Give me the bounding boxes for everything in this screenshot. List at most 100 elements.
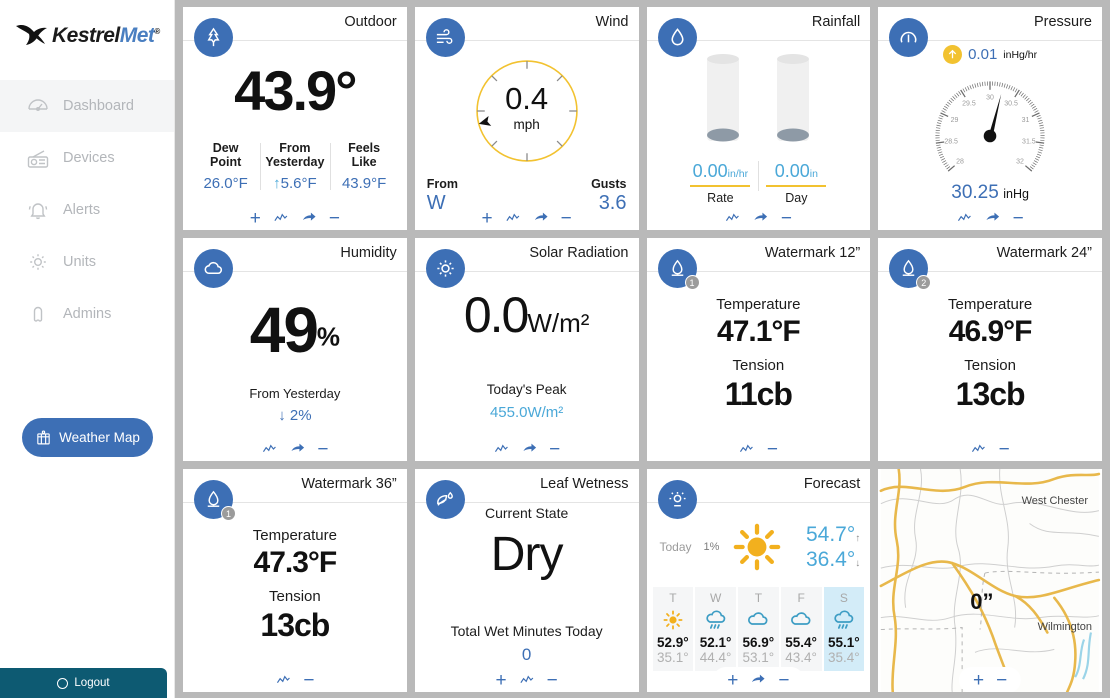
wind-from-label: From [426, 177, 458, 191]
forecast-today-low: 36.4°↓ [805, 548, 861, 571]
rain-gauge-rate [707, 54, 740, 142]
app-root: KestrelMet® Dashboard Devices Alerts Uni… [0, 0, 1110, 698]
chart-icon[interactable] [725, 210, 741, 226]
sensor-number-badge: 1 [221, 506, 236, 521]
humidity-sub-label: From Yesterday [249, 386, 341, 401]
card-weather-map[interactable]: West Chester Wilmington 0” + − [878, 469, 1102, 692]
card-body: 0.4 mph From W Gusts 3.6 + − [415, 41, 639, 230]
sidebar-item-admins[interactable]: Admins [0, 288, 174, 340]
share-icon[interactable] [533, 210, 549, 226]
remove-button[interactable]: − [767, 440, 778, 459]
tension-value: 11cb [724, 376, 793, 412]
forecast-day-high: 52.1° [699, 635, 732, 650]
trend-down-arrow-icon: ↓ [278, 407, 286, 424]
add-button[interactable]: + [727, 671, 738, 690]
share-icon[interactable] [753, 210, 769, 226]
wind-from-value: W [426, 192, 446, 214]
chart-icon[interactable] [971, 441, 987, 457]
remove-button[interactable]: − [781, 209, 792, 228]
card-body: 0.0W/m² Today's Peak 455.0W/m² − [415, 272, 639, 461]
leaf-icon [425, 480, 465, 519]
forecast-day-high: 52.9° [657, 635, 689, 650]
outdoor-temperature: 43.9° [234, 59, 357, 122]
remove-button[interactable]: − [547, 671, 558, 690]
weather-map-button[interactable]: Weather Map [22, 418, 153, 457]
card-body: 49% From Yesterday ↓ 2% − [183, 272, 407, 461]
card-pressure: Pressure 0.01 inHg/hr 28 28.5 29 29.5 30 30.5… [878, 7, 1102, 230]
rain-icon [834, 610, 854, 629]
remove-button[interactable]: − [561, 209, 572, 228]
forecast-day[interactable]: W 52.1° 44.4° [695, 587, 736, 671]
forecast-today-temps: 54.7°↑ 36.4°↓ [790, 523, 864, 571]
stat-label-line1: Feels [348, 141, 381, 155]
card-title: Leaf Wetness [540, 476, 629, 492]
zoom-out-button[interactable]: − [996, 671, 1007, 690]
rain-readings: 0.00in/hr Rate 0.00in Day [647, 161, 871, 205]
sidebar-item-units[interactable]: Units [0, 236, 174, 288]
card-body: 0.00in/hr Rate 0.00in Day − [647, 41, 871, 230]
remove-button[interactable]: − [303, 671, 314, 690]
add-button[interactable]: + [496, 671, 507, 690]
forecast-day[interactable]: T 56.9° 53.1° [738, 587, 779, 671]
soil-moisture-icon: 2 [889, 249, 932, 290]
remove-button[interactable]: − [1013, 209, 1024, 228]
wind-icon [425, 18, 465, 57]
remove-button[interactable]: − [549, 440, 560, 459]
stat-value: 43.9°F [341, 174, 387, 192]
forecast-day[interactable]: S 55.1° 35.4° [823, 587, 865, 671]
tension-value: 13cb [260, 607, 330, 643]
chart-icon[interactable] [957, 210, 973, 226]
remove-button[interactable]: − [317, 440, 328, 459]
forecast-day[interactable]: F 55.4° 43.4° [780, 587, 822, 671]
power-icon [57, 677, 69, 689]
zoom-in-button[interactable]: + [973, 671, 984, 690]
chart-icon[interactable] [275, 672, 291, 688]
humidity-unit: % [316, 321, 341, 352]
sidebar-item-dashboard[interactable]: Dashboard [0, 80, 174, 132]
wind-gusts: Gusts 3.6 [591, 177, 626, 215]
card-header: Humidity [183, 238, 407, 288]
remove-button[interactable]: − [329, 209, 340, 228]
stat-feels-like: Feels Like 43.9°F [329, 141, 399, 192]
chart-icon[interactable] [273, 210, 289, 226]
pressure-reading: 30.25 inHg [878, 182, 1102, 204]
share-icon[interactable] [301, 210, 317, 226]
card-header: Pressure [878, 7, 1102, 57]
remove-button[interactable]: − [778, 671, 789, 690]
forecast-day[interactable]: T 52.9° 35.1° [652, 587, 694, 671]
stat-dew-point: Dew Point 26.0°F [191, 141, 260, 192]
card-actions: − [479, 436, 575, 461]
card-actions: − [710, 205, 806, 230]
card-actions: − [956, 436, 1024, 461]
tension-label: Tension [732, 357, 785, 374]
share-icon[interactable] [521, 441, 537, 457]
sidebar-item-alerts[interactable]: Alerts [0, 184, 174, 236]
add-button[interactable]: + [482, 209, 493, 228]
share-icon[interactable] [750, 672, 766, 688]
brand-logo[interactable]: KestrelMet® [0, 0, 174, 72]
sidebar-item-devices[interactable]: Devices [0, 132, 174, 184]
solar-value: 0.0 [463, 287, 530, 343]
tension-value: 13cb [955, 376, 1026, 412]
rain-rate-unit: in/hr [727, 168, 749, 180]
logout-button[interactable]: Logout [0, 668, 167, 698]
forecast-day-low: 35.1° [657, 650, 689, 665]
forecast-day-low: 44.4° [699, 650, 732, 665]
chart-icon[interactable] [739, 441, 755, 457]
chart-icon[interactable] [519, 672, 535, 688]
chart-icon[interactable] [493, 441, 509, 457]
card-body: Current State Dry Total Wet Minutes Toda… [415, 503, 639, 692]
wind-from: From W [427, 177, 458, 215]
remove-button[interactable]: − [999, 440, 1010, 459]
share-icon[interactable] [985, 210, 1001, 226]
chart-icon[interactable] [261, 441, 277, 457]
sidebar: KestrelMet® Dashboard Devices Alerts Uni… [0, 0, 175, 698]
share-icon[interactable] [289, 441, 305, 457]
stat-label-line1: From [279, 141, 311, 155]
brand-name: KestrelMet® [52, 24, 160, 48]
card-title: Solar Radiation [529, 245, 629, 261]
card-leaf-wetness: Leaf Wetness Current State Dry Total Wet… [414, 469, 639, 692]
chart-icon[interactable] [505, 210, 521, 226]
add-button[interactable]: + [250, 209, 261, 228]
card-actions: − [724, 436, 792, 461]
